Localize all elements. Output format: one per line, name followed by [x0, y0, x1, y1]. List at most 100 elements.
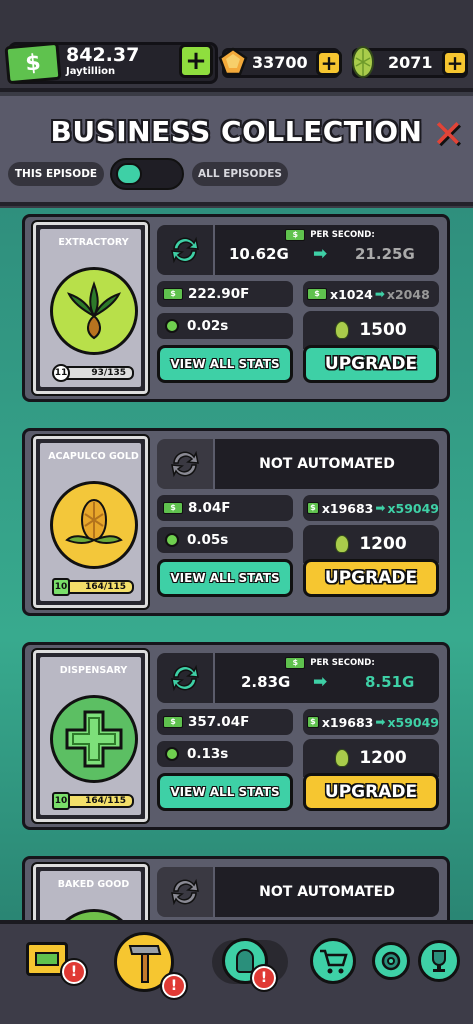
multiplier-next: x2048	[386, 286, 430, 302]
close-icon[interactable]: ✕	[432, 112, 464, 156]
page-title: BUSINESS COLLECTION	[50, 115, 423, 148]
add-money-button[interactable]: +	[179, 44, 213, 78]
per-second-panel: $ PER SECOND: 2.83G ➡ 8.51G	[215, 653, 439, 703]
bottom-nav: ! ! !	[0, 920, 473, 1024]
time-pill: 0.05s	[157, 527, 293, 553]
business-name: ACAPULCO GOLD	[48, 451, 139, 462]
level-progress-bar: 10 164/115	[52, 792, 134, 810]
not-automated-label: NOT AUTOMATED	[215, 439, 439, 489]
multiplier-next: x59049	[387, 500, 439, 516]
money-value: 842.37	[66, 44, 140, 66]
cost-value: 1200	[359, 534, 407, 554]
view-all-stats-button[interactable]: VIEW ALL STATS	[157, 559, 293, 597]
money-unit: Jaytillion	[66, 66, 116, 77]
time-value: 0.13s	[187, 746, 229, 762]
collection-header	[0, 96, 473, 206]
business-name: EXTRACTORY	[58, 237, 129, 248]
dispensary-cross-icon	[50, 695, 138, 783]
business-card-acapulco-gold: ACAPULCO GOLD 10 164/115 NOT AUTOMATED $…	[22, 428, 450, 616]
multiplier-current: x19683	[321, 714, 374, 730]
dollar-bill-icon: $	[307, 502, 319, 514]
this-episode-tab[interactable]: THIS EPISODE	[8, 162, 104, 186]
business-card-dispensary: DISPENSARY 10 164/115 $ PER SECOND: 2.83G…	[22, 642, 450, 830]
upgrade-button[interactable]: UPGRADE	[303, 559, 439, 597]
time-value: 0.05s	[187, 532, 229, 548]
business-portrait[interactable]: ACAPULCO GOLD 10 164/115	[31, 434, 150, 610]
automation-refresh-icon[interactable]	[157, 653, 213, 703]
alert-badge: !	[250, 964, 278, 992]
revenue-value: 8.04F	[188, 500, 231, 516]
level-progress: 164/115	[85, 796, 126, 806]
toggle-knob	[116, 163, 142, 185]
revenue-pill: $8.04F	[157, 495, 293, 521]
arrow-right-icon: ➡	[375, 501, 386, 515]
revenue-pill: $222.90F	[157, 281, 293, 307]
dollar-bill-icon: $	[163, 288, 183, 300]
multiplier-pill: $ x19683 ➡ x59049	[303, 495, 439, 521]
level-number: 10	[52, 578, 70, 596]
automation-refresh-icon[interactable]	[157, 439, 213, 489]
automation-refresh-icon[interactable]	[157, 225, 213, 275]
trophy-icon[interactable]	[418, 940, 460, 982]
multiplier-pill: $ x1024 ➡ x2048	[303, 281, 439, 307]
level-progress-bar: 10 164/115	[52, 578, 134, 596]
extractory-leaf-icon	[50, 267, 138, 355]
dollar-bill-icon: $	[4, 41, 62, 85]
timer-icon	[165, 533, 179, 547]
per-second-current: 2.83G	[241, 673, 291, 691]
business-portrait[interactable]: DISPENSARY 10 164/115	[31, 648, 150, 824]
timer-icon	[165, 747, 179, 761]
dollar-bill-icon: $	[307, 288, 327, 300]
cost-value: 1500	[359, 320, 407, 340]
automation-refresh-icon[interactable]	[157, 867, 213, 917]
view-all-stats-button[interactable]: VIEW ALL STATS	[157, 773, 293, 811]
dollar-bill-icon: $	[285, 229, 306, 241]
multiplier-pill: $ x19683 ➡ x59049	[303, 709, 439, 735]
multiplier-current: x19683	[321, 500, 374, 516]
time-pill: 0.02s	[157, 313, 293, 339]
per-second-current: 10.62G	[229, 245, 289, 263]
not-automated-label: NOT AUTOMATED	[215, 867, 439, 917]
upgrade-cost: 1500	[303, 311, 439, 349]
business-name: BAKED GOOD	[57, 879, 130, 890]
revenue-pill: $357.04F	[157, 709, 293, 735]
business-card-baked-good: BAKED GOOD NOT AUTOMATED	[22, 856, 450, 924]
per-second-panel: $ PER SECOND: 10.62G ➡ 21.25G	[215, 225, 439, 275]
alert-badge: !	[160, 972, 188, 1000]
business-portrait[interactable]: BAKED GOOD	[31, 862, 150, 924]
business-portrait[interactable]: EXTRACTORY 11 93/135	[31, 220, 150, 396]
upgrade-cost: 1200	[303, 525, 439, 563]
level-number: 10	[52, 792, 70, 810]
upgrade-cost: 1200	[303, 739, 439, 777]
revenue-value: 222.90F	[188, 286, 250, 302]
bud-value: 2071	[388, 53, 433, 72]
business-list[interactable]: EXTRACTORY 11 93/135 $ PER SECOND: 10.62…	[0, 208, 473, 924]
alert-badge: !	[60, 958, 88, 986]
multiplier-current: x1024	[330, 286, 373, 302]
add-buds-button[interactable]: +	[442, 50, 468, 76]
add-gems-button[interactable]: +	[316, 50, 342, 76]
settings-gear-icon[interactable]	[372, 942, 410, 980]
dollar-bill-icon: $	[163, 502, 183, 514]
dollar-bill-icon: $	[285, 657, 306, 669]
bud-icon	[335, 749, 350, 767]
all-episodes-tab[interactable]: ALL EPISODES	[192, 162, 288, 186]
arrow-right-icon: ➡	[374, 287, 385, 301]
per-second-next: 8.51G	[365, 673, 415, 691]
dollar-bill-icon: $	[163, 716, 183, 728]
episode-toggle[interactable]	[110, 158, 184, 190]
time-pill: 0.13s	[157, 741, 293, 767]
arrow-right-icon: ➡	[313, 672, 328, 692]
level-number: 11	[52, 364, 70, 382]
timer-icon	[165, 319, 179, 333]
bud-icon	[335, 321, 350, 339]
upgrade-button[interactable]: UPGRADE	[303, 345, 439, 383]
upgrade-button[interactable]: UPGRADE	[303, 773, 439, 811]
view-all-stats-button[interactable]: VIEW ALL STATS	[157, 345, 293, 383]
per-second-label: $ PER SECOND:	[215, 657, 439, 669]
business-card-extractory: EXTRACTORY 11 93/135 $ PER SECOND: 10.62…	[22, 214, 450, 402]
per-second-label: $ PER SECOND:	[215, 229, 439, 241]
arrow-right-icon: ➡	[375, 715, 386, 729]
shopping-cart-icon[interactable]	[310, 938, 356, 984]
level-progress-bar: 11 93/135	[52, 364, 134, 382]
